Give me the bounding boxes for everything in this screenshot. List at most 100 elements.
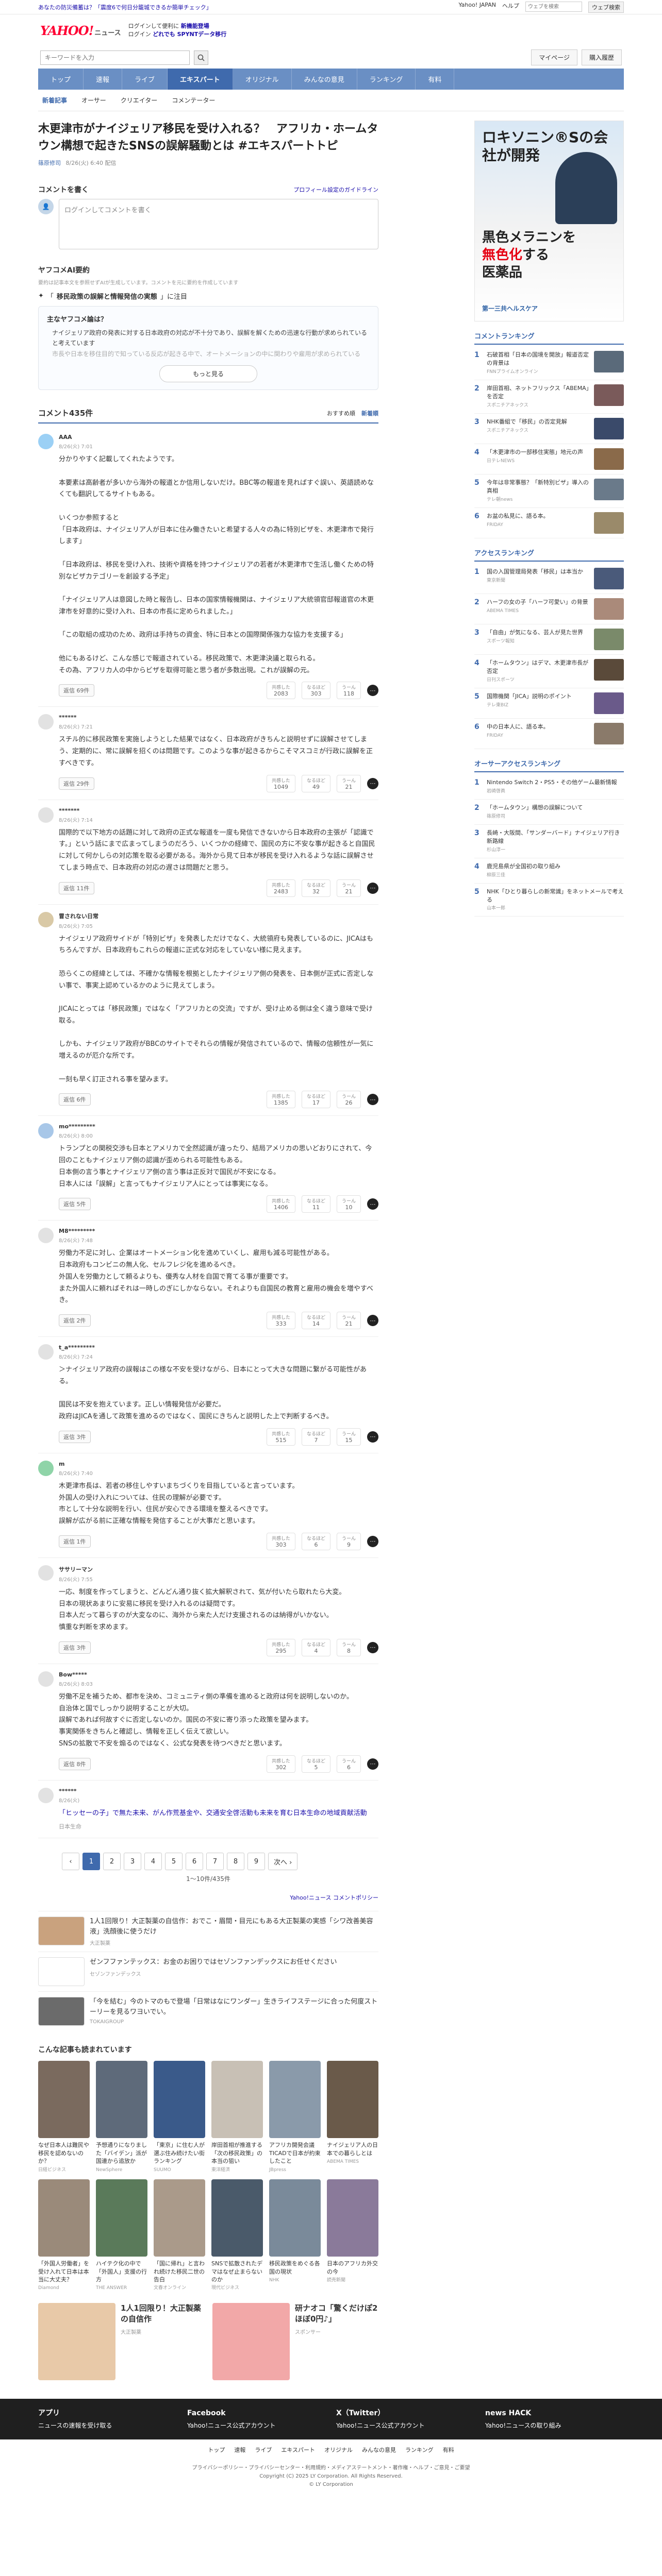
reaction-button[interactable]: うーん 118 — [336, 682, 361, 700]
commenter-name[interactable]: M8********* — [59, 1228, 95, 1234]
reaction-button[interactable]: 共感した 1406 — [266, 1195, 295, 1213]
site-logo[interactable]: YAHOO! ニュース — [40, 23, 121, 38]
pager-page[interactable]: 7 — [206, 1853, 224, 1871]
ad-item[interactable]: 1人1回限り！大正製薬の自信作：おでこ・眉間・目元にもある大正製薬の実感「シワ改… — [38, 1911, 378, 1952]
reaction-button[interactable]: 共感した 1049 — [266, 774, 295, 792]
reaction-button[interactable]: うーん 8 — [336, 1638, 361, 1656]
reaction-button[interactable]: うーん 21 — [336, 879, 361, 897]
reply-button[interactable]: 返信 8件 — [59, 1757, 91, 1770]
more-icon[interactable]: ⋯ — [367, 882, 378, 894]
footer-link[interactable]: ランキング — [405, 2446, 434, 2454]
reaction-button[interactable]: なるほど 49 — [301, 774, 330, 792]
more-icon[interactable]: ⋯ — [367, 1431, 378, 1443]
reaction-button[interactable]: 共感した 515 — [266, 1428, 295, 1446]
subnav-creators[interactable]: クリエイター — [121, 96, 158, 105]
ranking-item[interactable]: 3 NHK番組で「移民」の否定見解 スポニチアネックス — [474, 414, 624, 444]
ranking-item[interactable]: 6 中の日本人に、語る本。 FRIDAY — [474, 719, 624, 749]
pager-page[interactable]: 5 — [165, 1853, 183, 1871]
footer-x[interactable]: X（Twitter） Yahoo!ニュース公式アカウント — [336, 2408, 475, 2430]
ranking-item[interactable]: 5 今年は非常事態？「新特別ビザ」導入の真相 テレ朝news — [474, 474, 624, 508]
sort-recommended[interactable]: おすすめ順 — [327, 409, 355, 417]
pager-page[interactable]: 3 — [124, 1853, 141, 1871]
reply-button[interactable]: 返信 6件 — [59, 1093, 91, 1106]
web-search-input[interactable] — [525, 2, 582, 12]
ad-item[interactable]: ゼンフファンテックス：お金のお困りではセゾンファンデックスにお任せください セゾン… — [38, 1952, 378, 1991]
reaction-button[interactable]: うーん 15 — [336, 1428, 361, 1446]
reaction-button[interactable]: なるほど 14 — [301, 1312, 330, 1330]
pager-prev[interactable]: ‹ — [62, 1853, 79, 1871]
ranking-item[interactable]: 1 石破首相「日本の国境を開放」報道否定の背景は FNNプライムオンライン — [474, 347, 624, 380]
reply-button[interactable]: 返信 3件 — [59, 1430, 91, 1443]
recommended-item[interactable]: 移民政策をめぐる各国の現状 NHK — [269, 2179, 321, 2292]
reaction-button[interactable]: なるほど 11 — [301, 1195, 330, 1213]
subnav-latest[interactable]: 新着記事 — [42, 96, 67, 105]
keyword-input[interactable] — [40, 50, 190, 65]
nav-top[interactable]: トップ — [38, 69, 84, 90]
commenter-name[interactable]: ****** — [59, 714, 77, 721]
reaction-button[interactable]: 共感した 303 — [266, 1532, 295, 1550]
reply-button[interactable]: 返信 3件 — [59, 1641, 91, 1654]
ranking-item[interactable]: 4 「ホームタウン」はデマ、木更津市長が否定 日刊スポーツ — [474, 655, 624, 688]
commenter-name[interactable]: ササリーマン — [59, 1565, 93, 1573]
ad-item[interactable]: 「今を結む」今のトマのもで登場「日常はなにワンダー」生きライフステージに合った何… — [38, 1991, 378, 2031]
reaction-button[interactable]: 共感した 302 — [266, 1755, 295, 1773]
reaction-button[interactable]: 共感した 333 — [266, 1312, 295, 1330]
commenter-name[interactable]: t_a********* — [59, 1344, 95, 1351]
sort-newest[interactable]: 新着順 — [361, 409, 378, 417]
footer-link[interactable]: オリジナル — [324, 2446, 353, 2454]
reaction-button[interactable]: うーん 21 — [336, 774, 361, 792]
pager-page[interactable]: 2 — [103, 1853, 121, 1871]
reaction-button[interactable]: うーん 10 — [336, 1195, 361, 1213]
reply-button[interactable]: 返信 29件 — [59, 777, 94, 790]
pager-page[interactable]: 9 — [247, 1853, 265, 1871]
footer-link[interactable]: エキスパート — [281, 2446, 315, 2454]
ranking-item[interactable]: 4 「木更津市の一部移住実態」地元の声 日テレNEWS — [474, 444, 624, 474]
nav-paid[interactable]: 有料 — [416, 69, 455, 90]
pager-page[interactable]: 6 — [186, 1853, 203, 1871]
footer-newshack[interactable]: news HACK Yahoo!ニュースの取り組み — [485, 2408, 624, 2430]
top-link-yahoo[interactable]: Yahoo! JAPAN — [458, 2, 496, 13]
reaction-button[interactable]: なるほど 7 — [301, 1428, 330, 1446]
ranking-item[interactable]: 2 岸田首相、ネットフリックス「ABEMA」を否定 スポニチアネックス — [474, 380, 624, 414]
reply-button[interactable]: 返信 69件 — [59, 684, 94, 697]
reaction-button[interactable]: なるほど 303 — [301, 682, 330, 700]
top-link-help[interactable]: ヘルプ — [502, 2, 519, 13]
login-promo[interactable]: ログインして便利に 新機能登場 ログイン どれでも SPYNTデータ移行 — [128, 22, 227, 39]
recommended-item[interactable]: なぜ日本人は難民や移民を認めないのか？ 日経ビジネス — [38, 2061, 90, 2173]
footer-link[interactable]: 有料 — [443, 2446, 454, 2454]
recommended-item[interactable]: 予想通りになりました「バイデン」派が国連から追放か NewSphere — [96, 2061, 147, 2173]
commenter-name[interactable]: m — [59, 1461, 64, 1467]
reaction-button[interactable]: 共感した 2483 — [266, 879, 295, 897]
more-icon[interactable]: ⋯ — [367, 1315, 378, 1327]
footer-link[interactable]: みんなの意見 — [362, 2446, 396, 2454]
reaction-button[interactable]: うーん 6 — [336, 1755, 361, 1773]
ai-more-button[interactable]: もっと見る — [159, 365, 257, 383]
pager-page[interactable]: 1 — [82, 1853, 100, 1871]
ranking-item[interactable]: 3 長崎・大阪間、「サンダーバード」ナイジェリア行き新路線 杉山淳一 — [474, 825, 624, 858]
footer-app[interactable]: アプリ ニュースの速報を受け取る — [38, 2408, 177, 2430]
recommended-item[interactable]: 岸田首相が推進する「次の移民政策」の本当の狙い 東洋経済 — [211, 2061, 263, 2173]
footer-link[interactable]: ライブ — [255, 2446, 272, 2454]
more-icon[interactable]: ⋯ — [367, 1094, 378, 1106]
ranking-item[interactable]: 1 Nintendo Switch 2・PS5・その他ゲーム最新情報 岩崎啓眞 — [474, 774, 624, 800]
commenter-name[interactable]: AAA — [59, 434, 72, 440]
notice-link[interactable]: あなたの防災備蓄は？「震度6で何日分籠城できるか簡単チェック」 — [38, 3, 212, 11]
search-icon[interactable] — [194, 50, 208, 65]
mypage-button[interactable]: マイページ — [531, 49, 577, 65]
recommended-item[interactable]: 「国に帰れ」と言われ続けた移民二世の告白 文春オンライン — [154, 2179, 205, 2292]
web-search-button[interactable]: ウェブ検索 — [588, 2, 624, 13]
nav-expert[interactable]: エキスパート — [168, 69, 233, 90]
reaction-button[interactable]: 共感した 2083 — [266, 682, 295, 700]
purchase-history-button[interactable]: 購入履歴 — [581, 49, 622, 65]
reaction-button[interactable]: 共感した 1385 — [266, 1091, 295, 1109]
reply-button[interactable]: 返信 2件 — [59, 1314, 91, 1327]
commenter-name[interactable]: Bow***** — [59, 1671, 87, 1678]
article-title[interactable]: 木更津市がナイジェリア移民を受け入れる？ アフリカ・ホームタウン構想で起きたSN… — [38, 121, 378, 155]
nav-breaking[interactable]: 速報 — [84, 69, 123, 90]
reaction-button[interactable]: なるほど 4 — [301, 1638, 330, 1656]
recommended-item[interactable]: 「東京」に住む人が選ぶ住み続けたい街ランキング SUUMO — [154, 2061, 205, 2173]
reply-button[interactable]: 返信 11件 — [59, 882, 94, 894]
commenter-name[interactable]: ****** — [59, 1788, 77, 1794]
comment-login-box[interactable]: ログインしてコメントを書く — [59, 199, 378, 249]
reaction-button[interactable]: なるほど 5 — [301, 1755, 330, 1773]
